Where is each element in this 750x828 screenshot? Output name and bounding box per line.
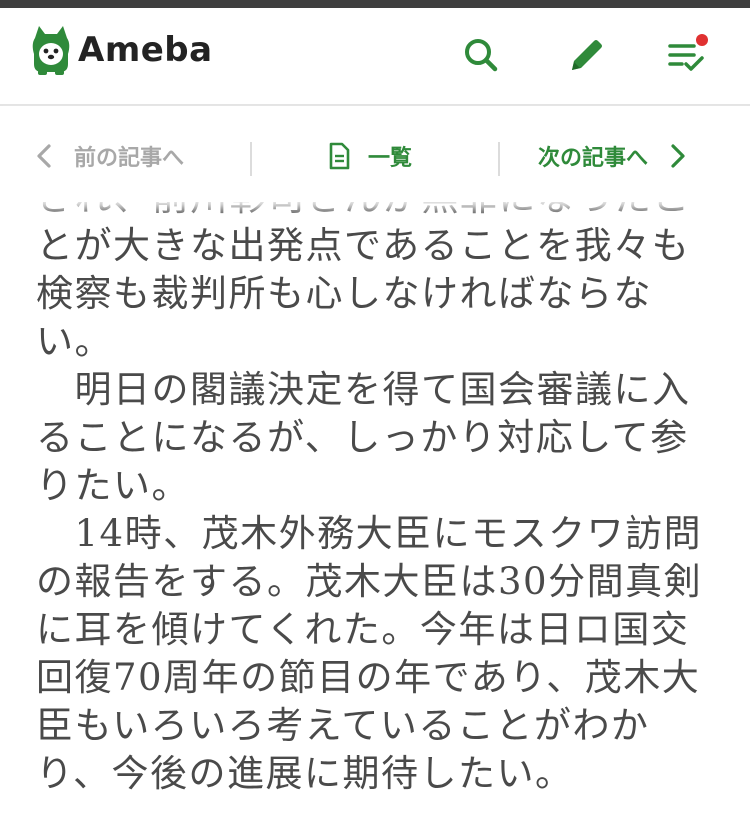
article-nav: 前の記事へ 一覧 次の記事へ [0,106,750,202]
next-article-link[interactable]: 次の記事へ [538,134,686,178]
write-post-button[interactable] [564,32,610,78]
nav-divider [250,142,252,176]
search-icon [465,39,498,72]
text-line: 検察も裁判所も心しなければならな [36,272,652,315]
app-header: Ameba [0,8,750,106]
text-line: ることになるが、しっかり対応して参 [36,416,689,459]
status-strip [0,0,750,8]
ameba-logo[interactable]: Ameba [30,24,213,76]
prev-article-label: 前の記事へ [74,146,185,171]
prev-article-link[interactable]: 前の記事へ [36,134,184,178]
article-text: され、前川彰司さんが無罪になったこ とが大きな出発点であることを我々も 検察も裁… [36,190,726,798]
article-list-label: 一覧 [368,146,413,171]
reading-list-button[interactable] [664,32,710,78]
search-button[interactable] [458,32,504,78]
next-article-label: 次の記事へ [538,146,649,171]
pencil-icon [572,40,602,70]
text-line: 明日の閣議決定を得て国会審議に入 [36,368,691,411]
text-line: に耳を傾けてくれた。今年は日ロ国交 [36,608,690,651]
ameba-mascot-icon [32,26,70,75]
chevron-left-icon [37,144,51,168]
nav-divider [498,142,500,176]
chevron-right-icon [671,144,685,168]
text-line: 臣もいろいろ考えていることがわか [36,704,650,747]
notification-dot [696,34,708,46]
list-check-icon [668,34,708,71]
article-list-link[interactable]: 一覧 [328,134,412,178]
document-icon [329,142,350,170]
text-line: い。 [36,320,113,363]
article-body: され、前川彰司さんが無罪になったこ とが大きな出発点であることを我々も 検察も裁… [0,190,750,828]
text-line: 14時、茂木外務大臣にモスクワ訪問 [36,512,703,555]
logo-text: Ameba [78,30,213,70]
text-line: 回復70周年の節目の年であり、茂木大 [36,656,701,699]
text-line: とが大きな出発点であることを我々も [36,224,691,267]
text-line: り、今後の進展に期待したい。 [36,752,574,795]
text-line: りたい。 [36,464,190,507]
text-line: の報告をする。茂木大臣は30分間真剣 [36,560,703,603]
